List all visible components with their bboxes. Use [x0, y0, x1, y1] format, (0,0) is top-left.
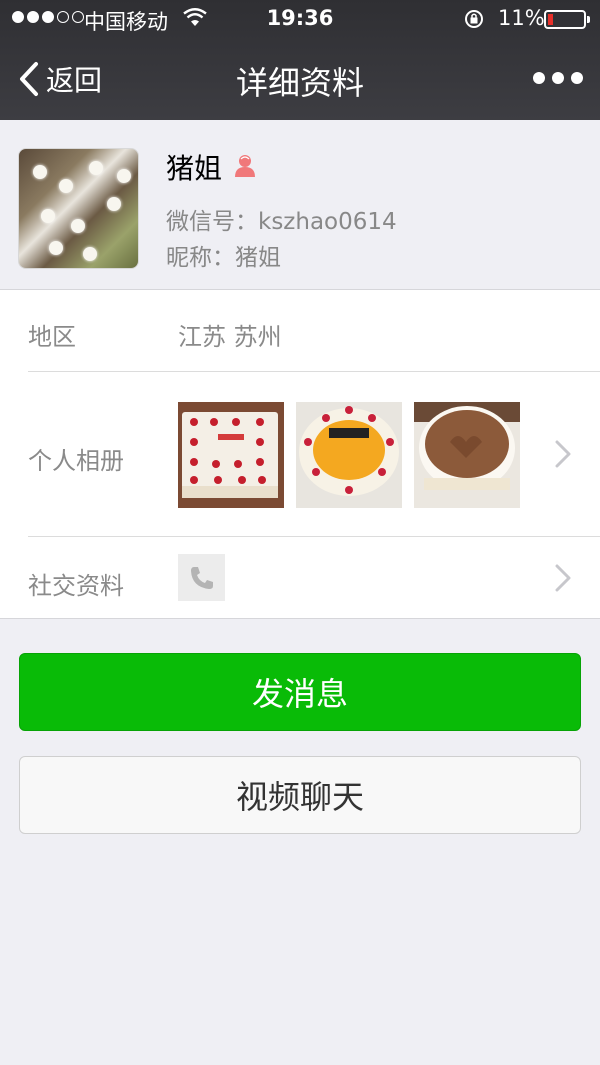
more-options-button[interactable]: [533, 72, 583, 84]
phone-icon: [190, 566, 213, 589]
status-bar: 中国移动 19:36 11%: [0, 0, 600, 40]
page-title: 详细资料: [235, 64, 364, 102]
navigation-bar: 返回 详细资料: [0, 40, 600, 120]
avatar[interactable]: [18, 148, 139, 269]
contact-name: 猪姐: [166, 152, 223, 185]
send-message-button[interactable]: 发消息: [19, 653, 581, 731]
ellipsis-icon: [533, 72, 545, 84]
chevron-right-icon: [555, 440, 571, 468]
chevron-right-icon[interactable]: [555, 564, 571, 592]
video-chat-button[interactable]: 视频聊天: [19, 756, 581, 834]
region-value: 江苏 苏州: [178, 323, 282, 351]
social-phone-tile[interactable]: [178, 554, 225, 601]
nickname: 昵称：猪姐: [166, 245, 281, 271]
battery-percent: 11%: [498, 6, 545, 30]
album-photo[interactable]: [296, 402, 402, 508]
female-icon: [235, 155, 255, 177]
social-label: 社交资料: [28, 572, 124, 600]
wechat-id: 微信号：kszhao0614: [166, 209, 397, 235]
divider: [28, 371, 600, 372]
info-section: 地区 江苏 苏州 个人相册 社交资料: [0, 289, 600, 619]
album-label: 个人相册: [28, 447, 124, 475]
album-photo[interactable]: [178, 402, 284, 508]
region-label: 地区: [28, 323, 76, 351]
battery-icon: [544, 10, 590, 29]
rotation-lock-icon: [465, 10, 483, 28]
divider: [28, 536, 600, 537]
album-photo[interactable]: [414, 402, 520, 508]
top-bar: 中国移动 19:36 11% 返回 详细资料: [0, 0, 600, 120]
profile-header: 猪姐 微信号：kszhao0614 昵称：猪姐: [0, 120, 600, 290]
